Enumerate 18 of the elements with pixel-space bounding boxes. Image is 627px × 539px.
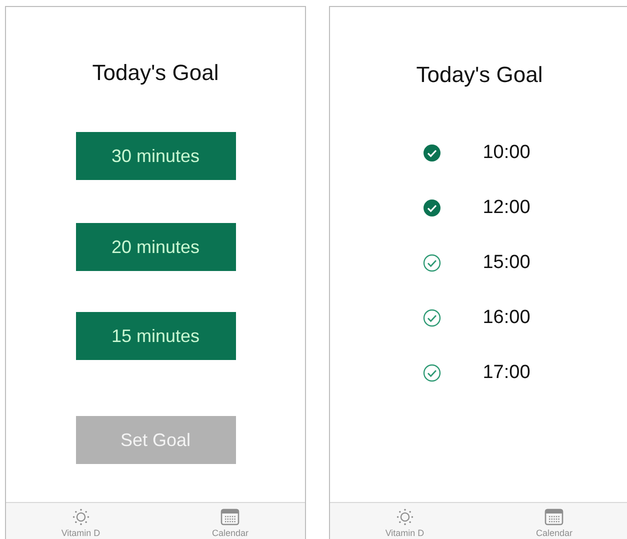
- time-label: 10:00: [482, 142, 530, 164]
- calendar-icon: [220, 508, 240, 526]
- tab-bar-item[interactable]: Calendar: [156, 503, 305, 539]
- time-label: 15:00: [482, 252, 530, 274]
- sun-icon: [70, 508, 91, 526]
- tab-bar-item[interactable]: Calendar: [480, 503, 627, 539]
- time-label: 12:00: [482, 196, 530, 218]
- time-label: 17:00: [482, 362, 530, 384]
- screen-title: Today's Goal: [416, 62, 543, 88]
- goal-option-button[interactable]: 20 minutes: [76, 223, 236, 271]
- tab-bar-item[interactable]: Vitamin D: [330, 503, 480, 539]
- tab-bar-item[interactable]: Vitamin D: [6, 503, 156, 539]
- calendar-icon: [544, 508, 564, 526]
- goal-option-button[interactable]: 30 minutes: [76, 132, 236, 180]
- time-label: 16:00: [482, 306, 530, 328]
- sun-icon: [394, 508, 415, 526]
- goal-option-button[interactable]: 15 minutes: [76, 312, 236, 360]
- screen-title: Today's Goal: [92, 60, 219, 86]
